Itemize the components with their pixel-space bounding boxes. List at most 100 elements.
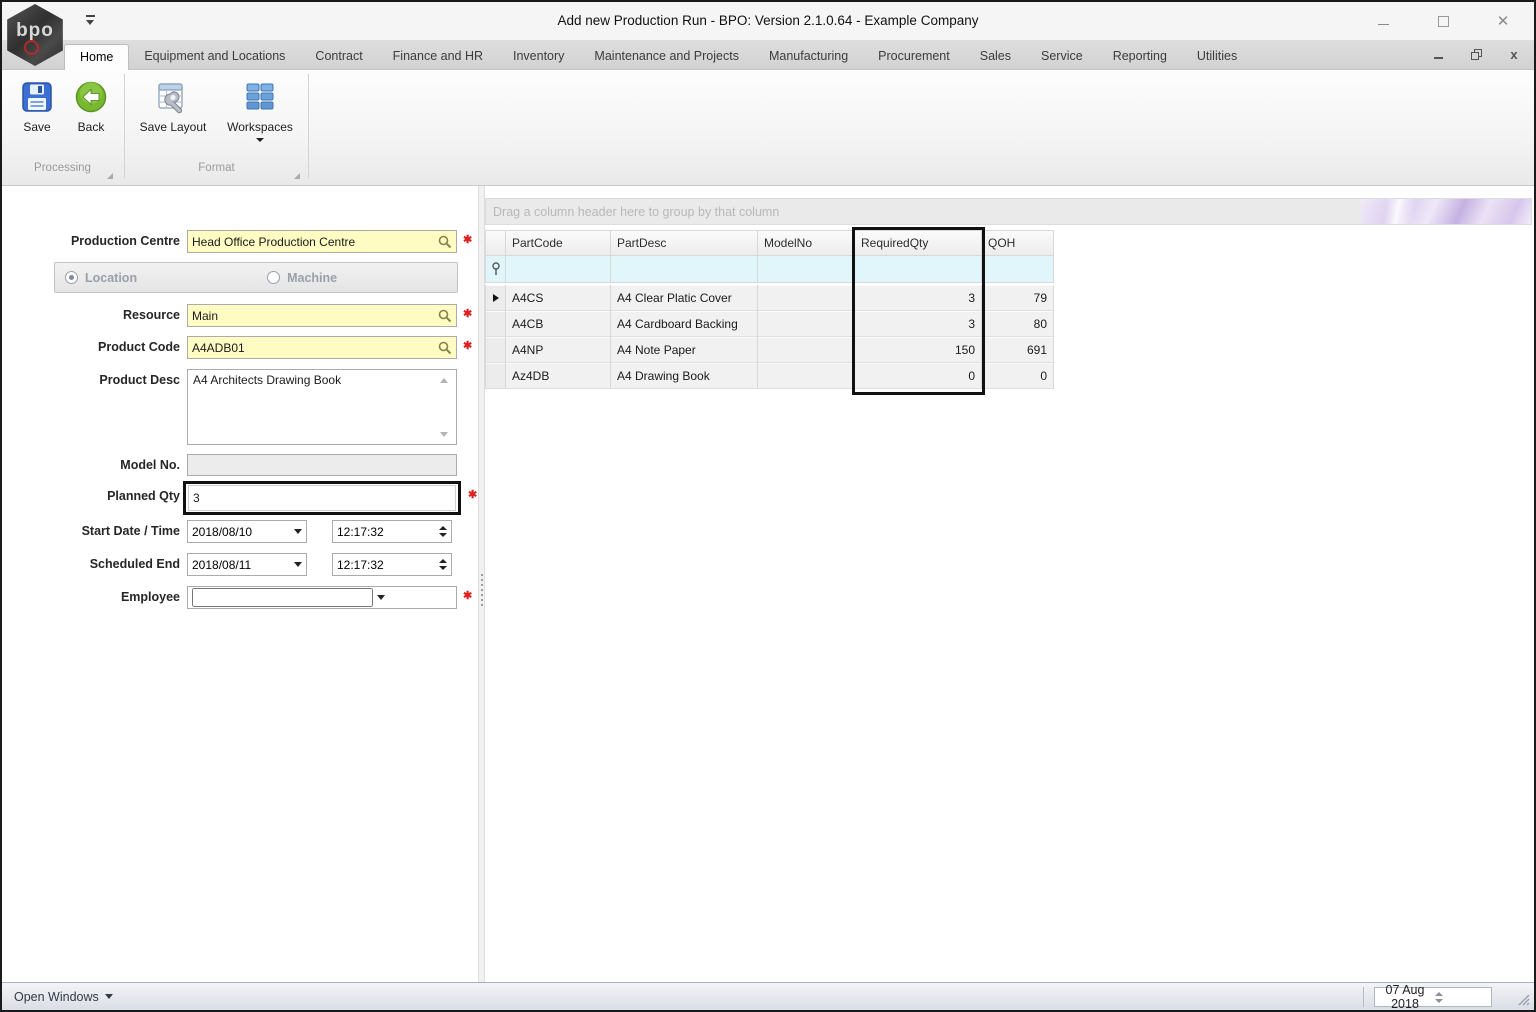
planned-qty-field[interactable] [188, 485, 456, 511]
production-centre-input[interactable] [192, 234, 438, 249]
start-date-field[interactable] [187, 520, 307, 543]
tab-service[interactable]: Service [1026, 44, 1098, 70]
cell-modelno[interactable] [758, 311, 855, 337]
mdi-minimize-button[interactable] [1430, 47, 1446, 61]
cell-requiredqty[interactable]: 0 [855, 363, 982, 389]
column-header-modelno[interactable]: ModelNo [758, 231, 855, 256]
cell-partdesc[interactable]: A4 Clear Platic Cover [611, 285, 758, 311]
grid-filter-row [485, 256, 1054, 283]
cell-partdesc[interactable]: A4 Cardboard Backing [611, 311, 758, 337]
cell-partcode[interactable]: A4NP [506, 337, 611, 363]
format-dialog-launcher-icon[interactable] [294, 173, 300, 179]
cell-modelno[interactable] [758, 285, 855, 311]
employee-field[interactable] [187, 586, 457, 609]
cell-modelno[interactable] [758, 337, 855, 363]
column-header-requiredqty[interactable]: RequiredQty [855, 231, 982, 256]
end-date-input[interactable] [192, 557, 290, 572]
search-icon[interactable] [438, 341, 452, 355]
back-button[interactable]: Back [58, 76, 124, 134]
cell-partdesc[interactable]: A4 Drawing Book [611, 363, 758, 389]
status-date-spinner[interactable] [1435, 991, 1487, 1003]
start-date-input[interactable] [192, 524, 290, 539]
workspaces-button[interactable]: Workspaces [222, 76, 298, 142]
product-desc-input[interactable]: A4 Architects Drawing Book [187, 369, 457, 445]
tab-maintenance-and-projects[interactable]: Maintenance and Projects [579, 44, 754, 70]
cell-modelno[interactable] [758, 363, 855, 389]
start-time-field[interactable] [332, 520, 452, 543]
scroll-down-icon[interactable] [440, 432, 448, 437]
production-centre-field[interactable] [187, 230, 457, 253]
start-time-input[interactable] [337, 524, 435, 539]
search-icon[interactable] [438, 309, 452, 323]
model-no-field[interactable] [187, 454, 457, 476]
employee-input[interactable] [192, 588, 373, 607]
cell-partcode[interactable]: A4CS [506, 285, 611, 311]
location-radio[interactable]: Location [65, 271, 137, 285]
start-time-spinner[interactable] [439, 526, 447, 537]
filter-cell-qoh[interactable] [982, 256, 1054, 283]
cell-partcode[interactable]: Az4DB [506, 363, 611, 389]
filter-cell-modelno[interactable] [758, 256, 855, 283]
back-label: Back [77, 120, 105, 134]
filter-cell-requiredqty[interactable] [855, 256, 982, 283]
filter-cell-partcode[interactable] [506, 256, 611, 283]
end-date-dropdown-icon[interactable] [294, 562, 302, 567]
close-button[interactable]: ✕ [1486, 10, 1520, 32]
planned-qty-input[interactable] [193, 491, 451, 505]
tab-procurement[interactable]: Procurement [863, 44, 965, 70]
tab-equipment-and-locations[interactable]: Equipment and Locations [129, 44, 300, 70]
resource-field[interactable] [187, 304, 457, 327]
tab-finance-and-hr[interactable]: Finance and HR [378, 44, 498, 70]
workspaces-dropdown-icon [256, 138, 264, 142]
end-time-spinner[interactable] [439, 559, 447, 570]
status-date-field[interactable]: 07 Aug 2018 [1374, 983, 1492, 1010]
mdi-close-button[interactable]: x [1506, 47, 1522, 62]
resource-input[interactable] [192, 308, 438, 323]
tab-home[interactable]: Home [64, 44, 130, 70]
processing-dialog-launcher-icon[interactable] [107, 173, 113, 179]
cell-partdesc[interactable]: A4 Note Paper [611, 337, 758, 363]
table-row[interactable]: A4NP A4 Note Paper 150 691 [485, 337, 1054, 363]
cell-requiredqty[interactable]: 3 [855, 285, 982, 311]
model-no-input[interactable] [192, 458, 452, 472]
search-icon[interactable] [438, 235, 452, 249]
end-date-field[interactable] [187, 553, 307, 576]
mdi-restore-button[interactable] [1468, 47, 1484, 61]
machine-radio[interactable]: Machine [267, 271, 337, 285]
end-time-field[interactable] [332, 553, 452, 576]
tab-utilities[interactable]: Utilities [1182, 44, 1252, 70]
product-code-input[interactable] [192, 340, 438, 355]
cell-qoh[interactable]: 79 [982, 285, 1054, 311]
maximize-button[interactable] [1426, 10, 1460, 32]
cell-qoh[interactable]: 0 [982, 363, 1054, 389]
cell-qoh[interactable]: 691 [982, 337, 1054, 363]
tab-reporting[interactable]: Reporting [1098, 44, 1182, 70]
cell-partcode[interactable]: A4CB [506, 311, 611, 337]
employee-dropdown-icon[interactable] [377, 595, 385, 600]
filter-cell-partdesc[interactable] [611, 256, 758, 283]
cell-qoh[interactable]: 80 [982, 311, 1054, 337]
table-row[interactable]: A4CS A4 Clear Platic Cover 3 79 [485, 285, 1054, 311]
column-header-qoh[interactable]: QOH [982, 231, 1054, 256]
save-layout-button[interactable]: Save Layout [134, 76, 212, 134]
open-windows-button[interactable]: Open Windows [14, 990, 113, 1004]
table-row[interactable]: A4CB A4 Cardboard Backing 3 80 [485, 311, 1054, 337]
scroll-up-icon[interactable] [440, 378, 448, 383]
cell-requiredqty[interactable]: 3 [855, 311, 982, 337]
column-header-partdesc[interactable]: PartDesc [611, 231, 758, 256]
cell-requiredqty[interactable]: 150 [855, 337, 982, 363]
start-date-dropdown-icon[interactable] [294, 529, 302, 534]
tab-manufacturing[interactable]: Manufacturing [754, 44, 863, 70]
table-row[interactable]: Az4DB A4 Drawing Book 0 0 [485, 363, 1054, 389]
panel-splitter[interactable] [478, 186, 485, 984]
open-windows-dropdown-icon [104, 994, 113, 999]
tab-inventory[interactable]: Inventory [498, 44, 579, 70]
minimize-button[interactable] [1366, 10, 1400, 32]
tab-contract[interactable]: Contract [300, 44, 377, 70]
end-time-input[interactable] [337, 557, 435, 572]
resize-grip-icon[interactable] [1516, 992, 1530, 1006]
product-code-field[interactable] [187, 336, 457, 359]
group-by-band[interactable]: Drag a column header here to group by th… [485, 198, 1532, 225]
column-header-partcode[interactable]: PartCode [506, 231, 611, 256]
tab-sales[interactable]: Sales [965, 44, 1026, 70]
